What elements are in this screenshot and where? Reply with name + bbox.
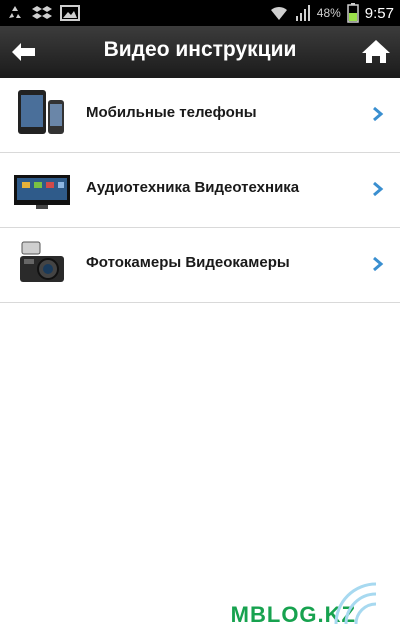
status-right-icons: 48% 9:57	[269, 3, 394, 23]
list-item-label: Аудиотехника Видеотехника	[86, 179, 300, 196]
home-icon[interactable]	[360, 36, 392, 68]
category-list: Мобильные телефоны Аудиотехника Видеотех…	[0, 78, 400, 303]
camera-icon	[20, 241, 64, 282]
signal-icon	[295, 5, 310, 21]
chevron-right-icon	[373, 181, 384, 197]
chevron-right-icon	[373, 106, 384, 122]
status-bar: 48% 9:57	[0, 0, 400, 26]
page-title: Видео инструкции	[103, 38, 297, 61]
battery-icon	[347, 3, 359, 23]
chevron-right-icon	[373, 256, 384, 272]
battery-percent: 48%	[316, 6, 341, 20]
recycle-icon	[9, 6, 21, 18]
list-item-label: Мобильные телефоны	[86, 104, 257, 121]
list-item-cameras[interactable]: Фотокамеры Видеокамеры	[0, 228, 400, 303]
phones-icon	[18, 90, 64, 134]
status-left-icons	[6, 4, 80, 22]
clock: 9:57	[364, 4, 394, 22]
image-icon	[60, 5, 80, 21]
watermark: MBLOG.KZ	[231, 574, 386, 634]
list-item-mobile-phones[interactable]: Мобильные телефоны	[0, 78, 400, 153]
wifi-rings-icon	[334, 582, 377, 625]
list-item-audio-video[interactable]: Аудиотехника Видеотехника	[0, 153, 400, 228]
tv-icon	[14, 175, 70, 209]
arrow-left-icon[interactable]	[8, 36, 40, 68]
wifi-icon	[270, 6, 287, 21]
dropbox-icon	[32, 6, 52, 19]
action-bar: Видео инструкции	[0, 26, 400, 79]
list-item-label: Фотокамеры Видеокамеры	[86, 254, 290, 271]
